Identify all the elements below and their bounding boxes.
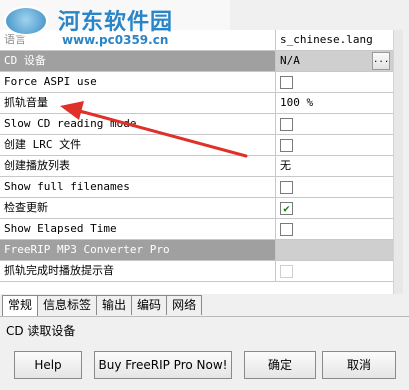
setting-name: 抓轨完成时播放提示音 — [0, 261, 276, 282]
watermark-logo-icon — [4, 6, 48, 36]
setting-row[interactable]: 创建 LRC 文件 — [0, 135, 393, 156]
setting-value[interactable]: N/A... — [276, 51, 393, 72]
setting-row[interactable]: Force ASPI use — [0, 72, 393, 93]
setting-value — [276, 72, 393, 93]
setting-value[interactable]: 100 % — [276, 93, 393, 114]
setting-value — [276, 240, 393, 261]
cancel-button[interactable]: 取消 — [322, 351, 396, 379]
checkbox[interactable] — [280, 75, 293, 89]
setting-row[interactable]: Show Elapsed Time — [0, 219, 393, 240]
setting-value — [276, 219, 393, 240]
setting-value-text: 无 — [280, 159, 291, 172]
checkbox[interactable] — [280, 264, 293, 278]
setting-name: Show Elapsed Time — [0, 219, 276, 240]
setting-name: 检查更新 — [0, 198, 276, 219]
checkbox[interactable] — [280, 117, 293, 131]
setting-row[interactable]: 抓轨音量 100 % — [0, 93, 393, 114]
setting-value — [276, 114, 393, 135]
browse-button[interactable]: ... — [372, 52, 390, 70]
tab-bar: 常规 信息标签 输出 编码 网络 — [2, 295, 203, 316]
watermark-url: www.pc0359.cn — [62, 33, 169, 47]
setting-value-text: N/A — [280, 54, 300, 67]
tab[interactable]: 输出 — [96, 295, 133, 315]
tab[interactable]: 常规 — [2, 295, 39, 316]
setting-value-text: 100 % — [280, 96, 314, 109]
setting-value-text: s_chinese.lang — [280, 33, 373, 46]
setting-row[interactable]: Show full filenames — [0, 177, 393, 198]
checked-checkbox[interactable]: ✔ — [280, 201, 293, 215]
setting-row[interactable]: 创建播放列表无 — [0, 156, 393, 177]
setting-name: FreeRIP MP3 Converter Pro — [0, 240, 276, 261]
setting-value[interactable]: s_chinese.lang — [276, 30, 393, 51]
setting-name: 创建播放列表 — [0, 156, 276, 177]
setting-name: Slow CD reading mode — [0, 114, 276, 135]
setting-row[interactable]: 检查更新 ✔ — [0, 198, 393, 219]
setting-row[interactable]: 抓轨完成时播放提示音 — [0, 261, 393, 282]
status-text: CD 读取设备 — [6, 324, 76, 338]
tab[interactable]: 网络 — [166, 295, 203, 315]
buy-pro-button[interactable]: Buy FreeRIP Pro Now! — [94, 351, 232, 379]
setting-name: 抓轨音量 — [0, 93, 276, 114]
setting-row[interactable]: Slow CD reading mode — [0, 114, 393, 135]
setting-value[interactable]: 无 — [276, 156, 393, 177]
setting-name: CD 设备 — [0, 51, 276, 72]
help-button[interactable]: Help — [14, 351, 82, 379]
vertical-scrollbar[interactable] — [393, 30, 403, 294]
setting-value — [276, 177, 393, 198]
settings-grid: 语言s_chinese.langCD 设备N/A...Force ASPI us… — [0, 30, 403, 294]
ok-button[interactable]: 确定 — [244, 351, 316, 379]
setting-name: Force ASPI use — [0, 72, 276, 93]
watermark-title: 河东软件园 — [58, 10, 174, 35]
setting-value: ✔ — [276, 198, 393, 219]
setting-value — [276, 261, 393, 282]
tab[interactable]: 信息标签 — [37, 295, 98, 315]
setting-row[interactable]: FreeRIP MP3 Converter Pro — [0, 240, 393, 261]
tab[interactable]: 编码 — [131, 295, 168, 315]
setting-name: Show full filenames — [0, 177, 276, 198]
setting-name: 创建 LRC 文件 — [0, 135, 276, 156]
status-bar: CD 读取设备 — [0, 316, 409, 342]
checkbox[interactable] — [280, 222, 293, 236]
checkbox[interactable] — [280, 138, 293, 152]
button-bar: Help Buy FreeRIP Pro Now! 确定 取消 — [0, 345, 409, 390]
watermark: 河东软件园 www.pc0359.cn — [0, 0, 230, 48]
checkbox[interactable] — [280, 180, 293, 194]
setting-value — [276, 135, 393, 156]
setting-row[interactable]: CD 设备 N/A... — [0, 51, 393, 72]
